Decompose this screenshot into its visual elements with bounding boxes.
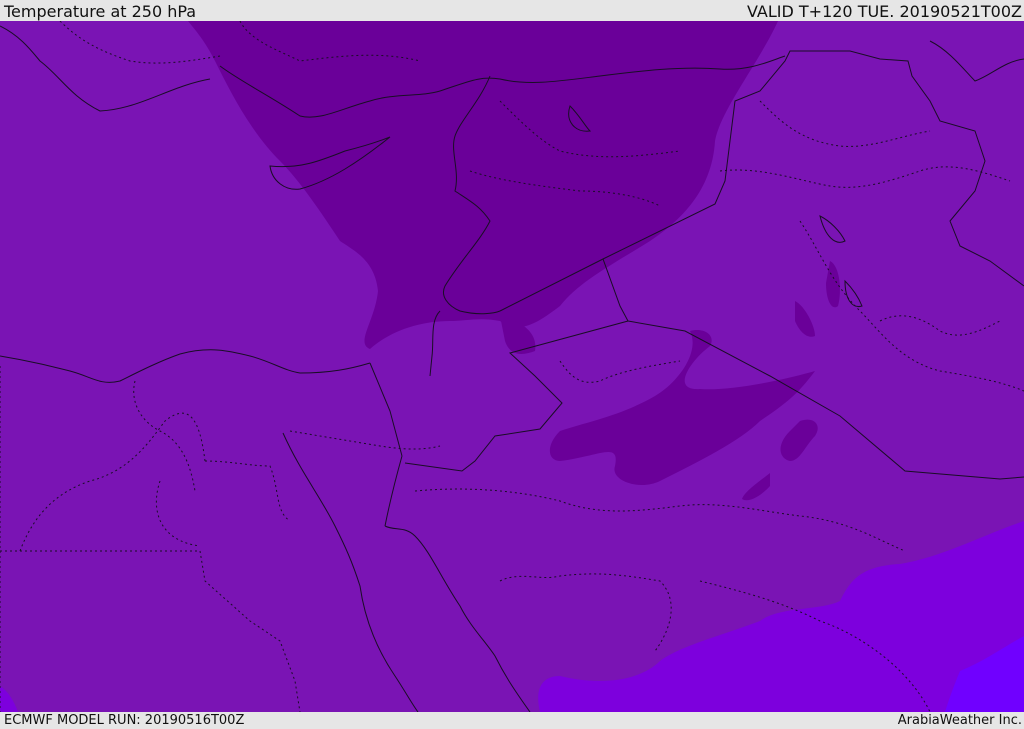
map-title: Temperature at 250 hPa <box>4 2 197 21</box>
provider-credit: ArabiaWeather Inc. <box>897 713 1022 728</box>
temperature-field <box>0 21 1024 712</box>
footer-bar: ECMWF MODEL RUN: 20190516T00Z ArabiaWeat… <box>0 712 1024 729</box>
weather-map[interactable] <box>0 21 1024 712</box>
valid-time: VALID T+120 TUE. 20190521T00Z <box>746 2 1022 21</box>
model-run-label: ECMWF MODEL RUN: 20190516T00Z <box>4 713 245 728</box>
header-bar: Temperature at 250 hPa VALID T+120 TUE. … <box>0 0 1024 21</box>
